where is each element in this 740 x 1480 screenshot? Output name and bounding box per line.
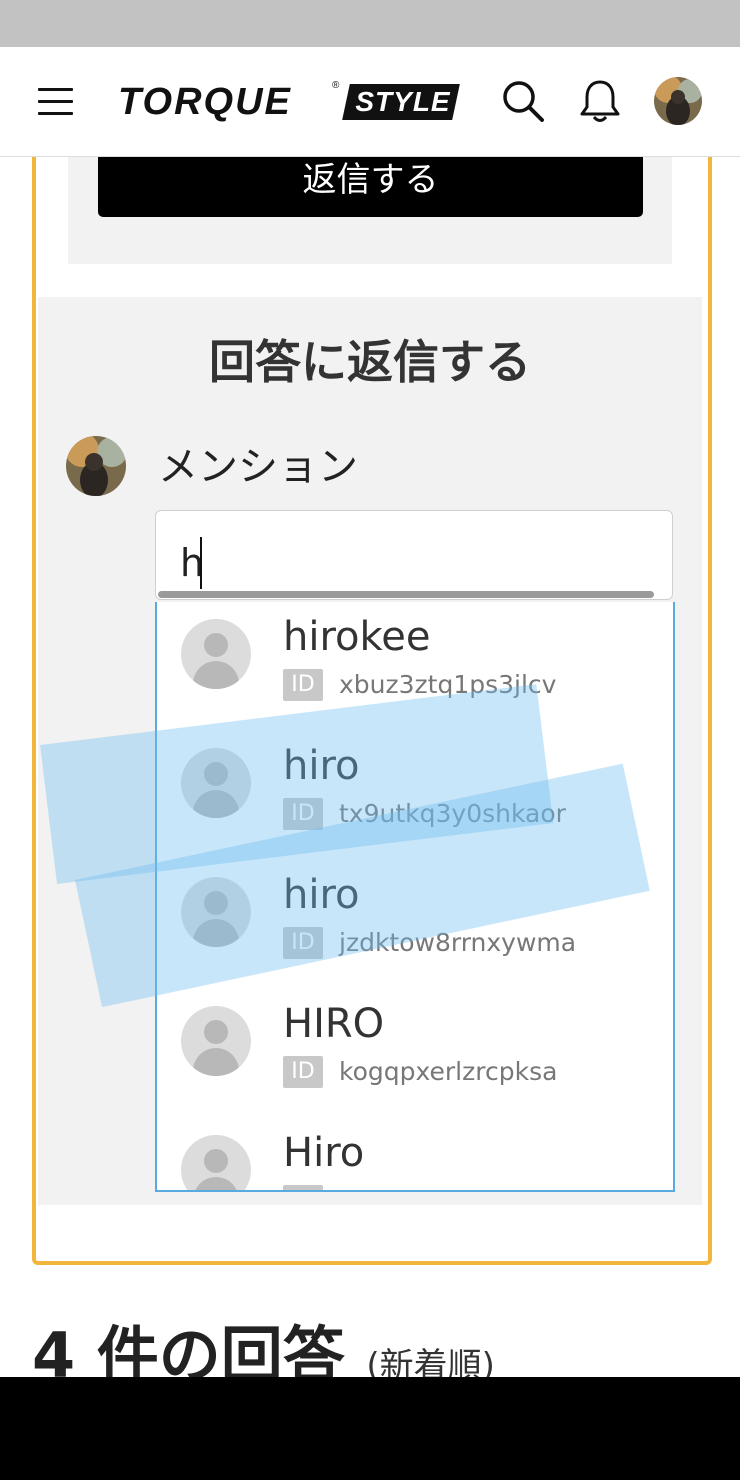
suggestion-name: hirokee	[283, 614, 431, 660]
suggestion-item[interactable]: hiro ID jzdktow8rrnxywma	[157, 865, 673, 994]
text-caret	[200, 537, 202, 589]
site-logo[interactable]: TORQUE ® STYLE	[118, 80, 460, 124]
menu-icon[interactable]	[38, 88, 73, 116]
site-header: TORQUE ® STYLE	[0, 47, 740, 157]
section-title: 回答に返信する	[209, 335, 531, 389]
mention-suggestions-list[interactable]: hirokee ID xbuz3ztq1ps3jlcv hiro ID tx9u…	[155, 602, 675, 1192]
logo-registered-mark: ®	[332, 80, 340, 91]
user-avatar[interactable]	[654, 77, 702, 125]
suggestion-name: Hiro	[283, 1130, 365, 1176]
suggestion-id: kogqpxerlzrcpksa	[339, 1057, 558, 1086]
input-scrollbar[interactable]	[158, 591, 654, 598]
suggestion-name: hiro	[283, 872, 360, 918]
suggestion-id: jzdktow8rrnxywma	[339, 928, 577, 957]
suggestion-item[interactable]: HIRO ID kogqpxerlzrcpksa	[157, 994, 673, 1123]
navigation-bar	[0, 1377, 740, 1480]
id-badge: ID	[283, 669, 323, 701]
default-avatar-icon	[181, 619, 251, 689]
suggestion-item[interactable]: hirokee ID xbuz3ztq1ps3jlcv	[157, 607, 673, 736]
mention-user-avatar	[66, 436, 126, 496]
default-avatar-icon	[181, 1135, 251, 1190]
default-avatar-icon	[181, 748, 251, 818]
id-badge: ID	[283, 927, 323, 959]
suggestion-item[interactable]: Hiro ID	[157, 1123, 673, 1190]
suggestion-id: tx9utkq3y0shkaor	[339, 799, 566, 828]
mention-input[interactable]	[155, 510, 673, 600]
mention-label: メンション	[158, 444, 358, 490]
logo-style-text: STYLE	[355, 86, 451, 117]
default-avatar-icon	[181, 1006, 251, 1076]
logo-wordmark: TORQUE	[118, 81, 292, 123]
status-bar	[0, 0, 740, 47]
suggestion-id: xbuz3ztq1ps3jlcv	[339, 670, 557, 699]
default-avatar-icon	[181, 877, 251, 947]
suggestion-item[interactable]: hiro ID tx9utkq3y0shkaor	[157, 736, 673, 865]
suggestion-name: hiro	[283, 743, 360, 789]
suggestion-name: HIRO	[283, 1001, 385, 1047]
id-badge: ID	[283, 1185, 323, 1190]
id-badge: ID	[283, 798, 323, 830]
search-icon[interactable]	[500, 78, 546, 124]
id-badge: ID	[283, 1056, 323, 1088]
bell-icon[interactable]	[578, 78, 622, 124]
